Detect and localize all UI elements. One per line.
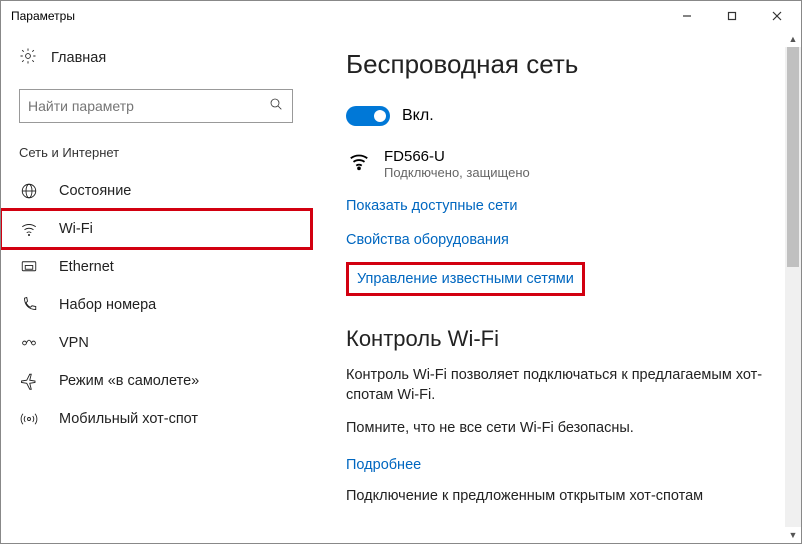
sidebar-item-wifi[interactable]: Wi-Fi bbox=[1, 210, 311, 248]
sidebar-item-label: Мобильный хот-спот bbox=[59, 411, 198, 427]
sidebar: Главная Сеть и Интернет Состояние Wi-Fi bbox=[1, 31, 311, 543]
sidebar-item-label: Ethernet bbox=[59, 259, 114, 275]
scroll-up-icon[interactable]: ▲ bbox=[785, 31, 801, 47]
globe-icon bbox=[19, 182, 39, 200]
wifi-control-desc2: Помните, что не все сети Wi-Fi безопасны… bbox=[346, 419, 771, 439]
sidebar-item-label: Wi-Fi bbox=[59, 221, 93, 237]
minimize-button[interactable] bbox=[664, 1, 709, 31]
wifi-icon bbox=[19, 220, 39, 238]
search-input[interactable] bbox=[19, 89, 293, 123]
vpn-icon bbox=[19, 334, 39, 352]
wifi-signal-icon bbox=[346, 150, 372, 177]
home-button[interactable]: Главная bbox=[1, 41, 311, 75]
scroll-thumb[interactable] bbox=[787, 47, 799, 267]
link-manage-known-networks[interactable]: Управление известными сетями bbox=[346, 262, 585, 296]
phone-icon bbox=[19, 296, 39, 314]
sidebar-item-ethernet[interactable]: Ethernet bbox=[1, 248, 311, 286]
wifi-control-desc3: Подключение к предложенным открытым хот-… bbox=[346, 487, 771, 507]
sidebar-item-hotspot[interactable]: Мобильный хот-спот bbox=[1, 400, 311, 438]
toggle-label: Вкл. bbox=[402, 107, 434, 125]
sidebar-item-label: Набор номера bbox=[59, 297, 156, 313]
current-network[interactable]: FD566-U Подключено, защищено bbox=[346, 148, 771, 180]
wifi-control-desc1: Контроль Wi-Fi позволяет подключаться к … bbox=[346, 366, 771, 405]
airplane-icon bbox=[19, 372, 39, 390]
sidebar-item-vpn[interactable]: VPN bbox=[1, 324, 311, 362]
hotspot-icon bbox=[19, 410, 39, 428]
search-icon bbox=[268, 96, 284, 117]
network-name: FD566-U bbox=[384, 148, 530, 165]
sidebar-item-label: Состояние bbox=[59, 183, 131, 199]
sidebar-item-label: VPN bbox=[59, 335, 89, 351]
link-available-networks[interactable]: Показать доступные сети bbox=[346, 194, 771, 218]
scrollbar[interactable]: ▲ ▼ bbox=[785, 31, 801, 543]
close-button[interactable] bbox=[754, 1, 799, 31]
sidebar-group-label: Сеть и Интернет bbox=[1, 135, 311, 164]
network-status: Подключено, защищено bbox=[384, 165, 530, 180]
sidebar-item-status[interactable]: Состояние bbox=[1, 172, 311, 210]
sidebar-item-dialup[interactable]: Набор номера bbox=[1, 286, 311, 324]
link-more[interactable]: Подробнее bbox=[346, 453, 771, 477]
ethernet-icon bbox=[19, 258, 39, 276]
maximize-button[interactable] bbox=[709, 1, 754, 31]
window-title: Параметры bbox=[11, 9, 664, 23]
wifi-control-heading: Контроль Wi-Fi bbox=[346, 326, 771, 352]
sidebar-item-airplane[interactable]: Режим «в самолете» bbox=[1, 362, 311, 400]
gear-icon bbox=[19, 47, 37, 69]
wifi-toggle[interactable] bbox=[346, 106, 390, 126]
search-field[interactable] bbox=[28, 98, 268, 114]
page-title: Беспроводная сеть bbox=[346, 49, 771, 80]
sidebar-item-label: Режим «в самолете» bbox=[59, 373, 199, 389]
scroll-down-icon[interactable]: ▼ bbox=[785, 527, 801, 543]
link-hardware-properties[interactable]: Свойства оборудования bbox=[346, 228, 771, 252]
main-panel: Беспроводная сеть Вкл. FD566-U Подключен… bbox=[311, 31, 801, 543]
home-label: Главная bbox=[51, 50, 106, 66]
scroll-track[interactable] bbox=[785, 47, 801, 527]
